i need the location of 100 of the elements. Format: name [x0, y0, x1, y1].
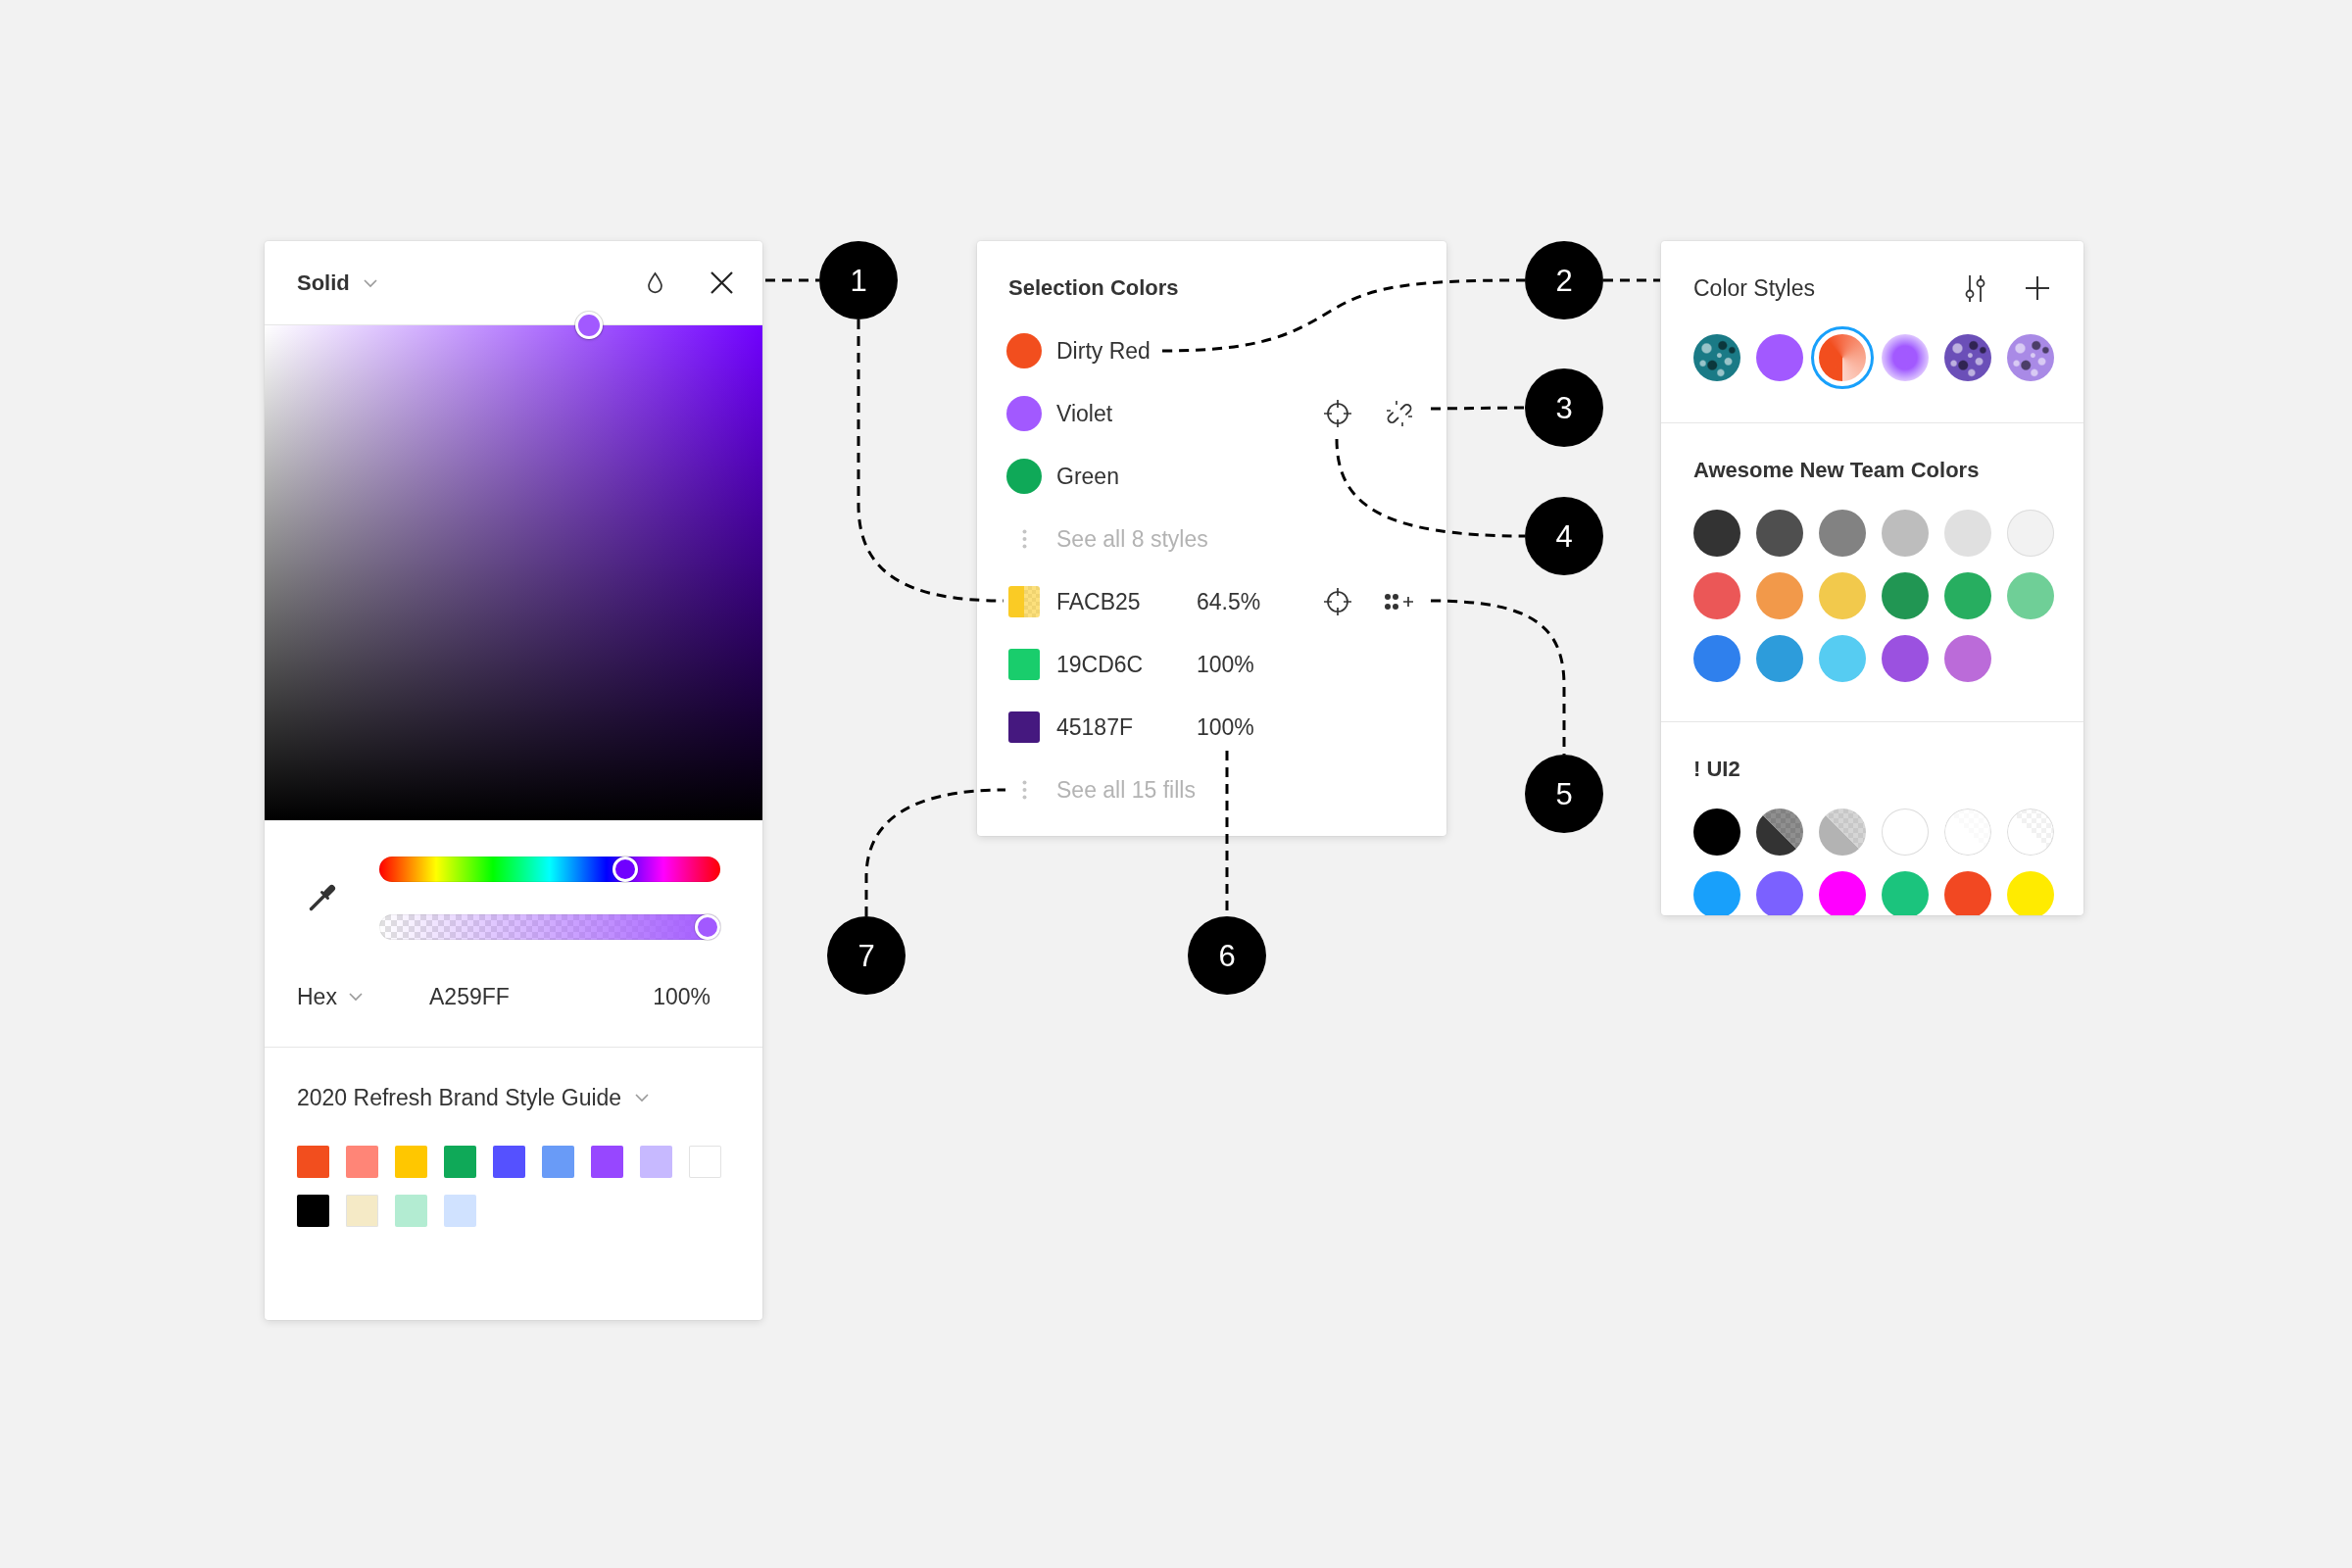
color-swatch-icon[interactable]: [1756, 871, 1803, 915]
plus-icon[interactable]: [2026, 276, 2049, 300]
vertical-dots-icon: [1021, 780, 1027, 800]
color-swatch-icon[interactable]: [346, 1146, 378, 1178]
close-icon[interactable]: [710, 271, 733, 294]
color-swatch-icon[interactable]: [2007, 808, 2054, 856]
color-swatch-icon[interactable]: [395, 1195, 427, 1227]
color-swatch-icon[interactable]: [1819, 572, 1866, 619]
color-swatch-icon[interactable]: [1944, 635, 1991, 682]
leader-line: [765, 278, 819, 282]
target-icon[interactable]: [1323, 587, 1352, 616]
dots-plus-icon[interactable]: [1385, 594, 1414, 610]
color-swatch-icon[interactable]: [1819, 871, 1866, 915]
color-swatch-icon[interactable]: [1006, 333, 1042, 368]
color-swatch-icon[interactable]: [1819, 635, 1866, 682]
color-swatch-icon[interactable]: [444, 1195, 476, 1227]
color-swatch-icon[interactable]: [1008, 649, 1040, 680]
color-swatch-icon[interactable]: [1756, 572, 1803, 619]
slider-thumb[interactable]: [612, 857, 639, 882]
opacity-value: 100%: [1197, 651, 1254, 678]
opacity-slider[interactable]: [379, 914, 720, 940]
color-swatch-icon[interactable]: [1882, 510, 1929, 557]
callout-marker: 5: [1525, 755, 1603, 833]
color-swatch-icon[interactable]: [1006, 396, 1042, 431]
leader-line: [1603, 278, 1660, 282]
style-name: Violet: [1056, 400, 1113, 427]
chevron-down-icon: [635, 1094, 650, 1102]
color-swatch-icon[interactable]: [444, 1146, 476, 1178]
opacity-value: 100%: [1197, 713, 1254, 741]
color-swatch-icon[interactable]: [1756, 808, 1803, 856]
broken-link-icon[interactable]: [1385, 399, 1414, 428]
panel-title: Color Styles: [1693, 274, 1815, 302]
vertical-dots-icon: [1021, 529, 1027, 549]
library-title: ! UI2: [1693, 756, 1740, 783]
gradient-swatch-icon[interactable]: [1882, 334, 1929, 381]
gradient-swatch-icon[interactable]: [1811, 326, 1874, 389]
library-dropdown[interactable]: 2020 Refresh Brand Style Guide: [297, 1084, 650, 1111]
color-swatch-icon[interactable]: [1944, 871, 1991, 915]
color-swatch-icon[interactable]: [591, 1146, 623, 1178]
color-swatch-icon[interactable]: [1882, 635, 1929, 682]
callout-marker: 3: [1525, 368, 1603, 447]
texture-swatch-icon[interactable]: [1944, 334, 1991, 381]
color-swatch-icon[interactable]: [1756, 510, 1803, 557]
color-swatch-icon[interactable]: [689, 1146, 721, 1178]
color-swatch-icon[interactable]: [1693, 572, 1740, 619]
hex-code: 45187F: [1056, 713, 1133, 741]
color-swatch-icon[interactable]: [1693, 808, 1740, 856]
color-swatch-icon[interactable]: [1693, 510, 1740, 557]
style-name: Green: [1056, 463, 1119, 490]
color-swatch-icon[interactable]: [1008, 711, 1040, 743]
callout-marker: 1: [819, 241, 898, 319]
fill-type-dropdown[interactable]: Solid: [297, 269, 377, 297]
opacity-value: 64.5%: [1197, 588, 1261, 615]
opacity-field[interactable]: 100%: [653, 983, 710, 1010]
callout-marker: 7: [827, 916, 906, 995]
style-name: Dirty Red: [1056, 337, 1151, 365]
color-swatch-icon[interactable]: [1882, 808, 1929, 856]
color-swatch-icon[interactable]: [1882, 871, 1929, 915]
color-swatch-icon[interactable]: [640, 1146, 672, 1178]
color-swatch-icon[interactable]: [1006, 459, 1042, 494]
callout-marker: 4: [1525, 497, 1603, 575]
color-swatch-icon[interactable]: [346, 1195, 378, 1227]
color-swatch-icon[interactable]: [542, 1146, 574, 1178]
color-swatch-icon[interactable]: [395, 1146, 427, 1178]
saturation-brightness-field[interactable]: [265, 325, 762, 820]
color-swatch-icon[interactable]: [1693, 871, 1740, 915]
color-format-dropdown[interactable]: Hex: [297, 983, 429, 1010]
color-swatch-icon[interactable]: [297, 1146, 329, 1178]
color-swatch-icon[interactable]: [1008, 586, 1040, 617]
color-swatch-icon[interactable]: [1693, 635, 1740, 682]
color-swatch-icon[interactable]: [2007, 572, 2054, 619]
eyedropper-icon[interactable]: [307, 883, 336, 913]
library-title: Awesome New Team Colors: [1693, 457, 1980, 484]
drop-icon[interactable]: [647, 272, 663, 293]
color-swatch-icon[interactable]: [1819, 808, 1866, 856]
target-icon[interactable]: [1323, 399, 1352, 428]
color-swatch-icon[interactable]: [297, 1195, 329, 1227]
color-swatch-icon[interactable]: [1944, 510, 1991, 557]
chevron-down-icon: [348, 993, 363, 1001]
color-swatch-icon[interactable]: [1756, 334, 1803, 381]
color-swatch-icon[interactable]: [1756, 635, 1803, 682]
chevron-down-icon: [363, 278, 377, 287]
color-swatch-icon[interactable]: [493, 1146, 525, 1178]
callout-marker: 6: [1188, 916, 1266, 995]
hex-field[interactable]: A259FF: [429, 983, 654, 1010]
color-swatch-icon[interactable]: [1819, 510, 1866, 557]
hue-slider[interactable]: [379, 857, 720, 882]
texture-swatch-icon[interactable]: [2007, 334, 2054, 381]
panel-title: Selection Colors: [1008, 274, 1179, 302]
color-swatch-icon[interactable]: [1944, 572, 1991, 619]
hex-code: 19CD6C: [1056, 651, 1144, 678]
picker-handle[interactable]: [574, 312, 603, 339]
color-swatch-icon[interactable]: [1944, 808, 1991, 856]
callout-marker: 2: [1525, 241, 1603, 319]
color-swatch-icon[interactable]: [2007, 871, 2054, 915]
color-swatch-icon[interactable]: [2007, 510, 2054, 557]
hex-code: FACB25: [1056, 588, 1141, 615]
slider-thumb[interactable]: [695, 914, 720, 940]
color-swatch-icon[interactable]: [1882, 572, 1929, 619]
texture-swatch-icon[interactable]: [1693, 334, 1740, 381]
